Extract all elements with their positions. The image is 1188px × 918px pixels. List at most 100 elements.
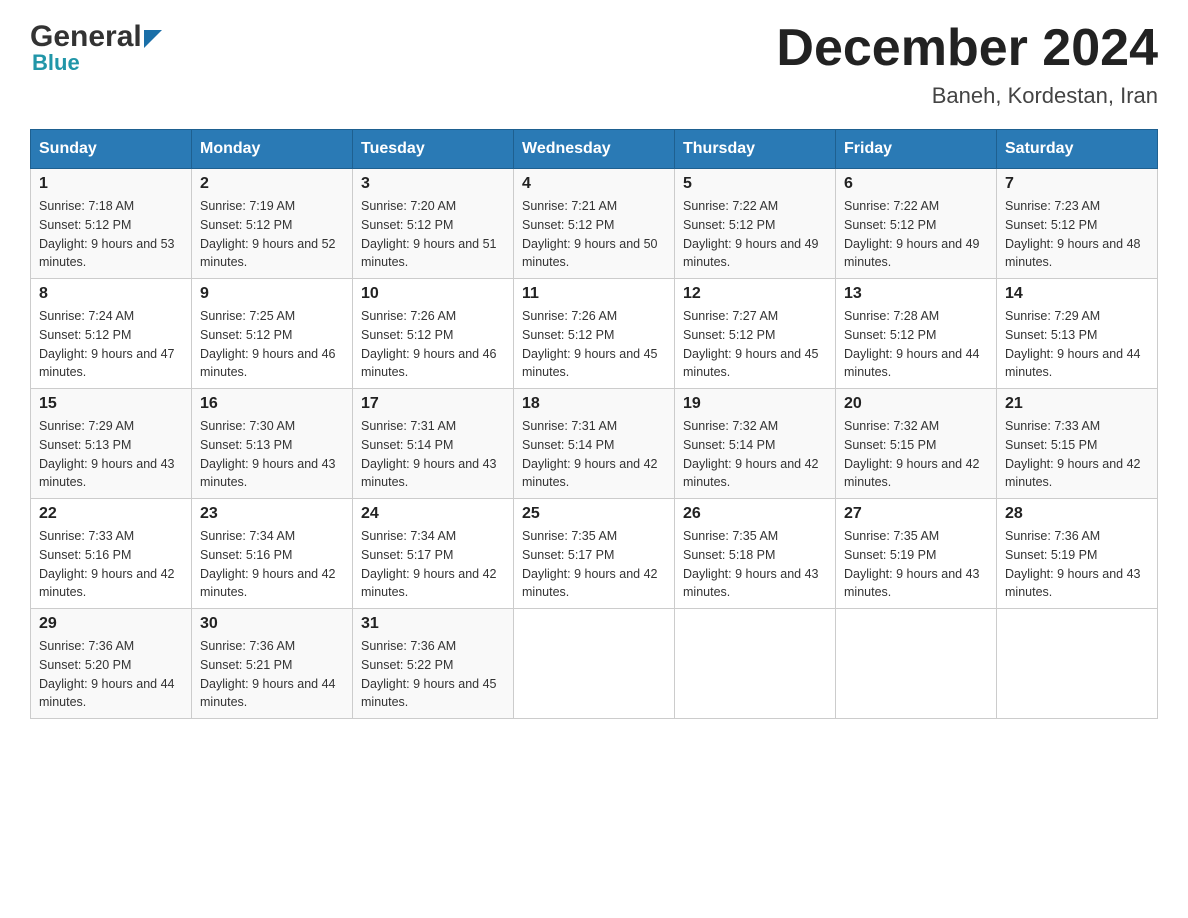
sunset-text: Sunset: 5:19 PM [1005, 546, 1149, 565]
daylight-text: Daylight: 9 hours and 42 minutes. [683, 455, 827, 493]
calendar-week-row: 8Sunrise: 7:24 AMSunset: 5:12 PMDaylight… [31, 279, 1158, 389]
day-number: 2 [200, 175, 344, 193]
sunset-text: Sunset: 5:21 PM [200, 656, 344, 675]
day-number: 24 [361, 505, 505, 523]
daylight-text: Daylight: 9 hours and 45 minutes. [522, 345, 666, 383]
table-row: 8Sunrise: 7:24 AMSunset: 5:12 PMDaylight… [31, 279, 192, 389]
table-row: 29Sunrise: 7:36 AMSunset: 5:20 PMDayligh… [31, 609, 192, 719]
day-info: Sunrise: 7:33 AMSunset: 5:16 PMDaylight:… [39, 527, 183, 602]
logo-arrow-icon [144, 30, 162, 48]
day-number: 6 [844, 175, 988, 193]
day-info: Sunrise: 7:36 AMSunset: 5:22 PMDaylight:… [361, 637, 505, 712]
daylight-text: Daylight: 9 hours and 53 minutes. [39, 235, 183, 273]
logo: General Blue [30, 20, 162, 76]
sunset-text: Sunset: 5:12 PM [683, 216, 827, 235]
sunrise-text: Sunrise: 7:26 AM [361, 307, 505, 326]
day-number: 1 [39, 175, 183, 193]
day-number: 26 [683, 505, 827, 523]
sunset-text: Sunset: 5:12 PM [361, 326, 505, 345]
calendar-week-row: 15Sunrise: 7:29 AMSunset: 5:13 PMDayligh… [31, 389, 1158, 499]
table-row: 27 Sunrise: 7:35 AMSunset: 5:19 PMDayligh… [836, 499, 997, 609]
day-number: 19 [683, 395, 827, 413]
day-info: Sunrise: 7:26 AMSunset: 5:12 PMDaylight:… [361, 307, 505, 382]
sunrise-text: Sunrise: 7:28 AM [844, 307, 988, 326]
day-info: Sunrise: 7:26 AMSunset: 5:12 PMDaylight:… [522, 307, 666, 382]
sunrise-text: Sunrise: 7:32 AM [683, 417, 827, 436]
day-info: Sunrise: 7:31 AMSunset: 5:14 PMDaylight:… [361, 417, 505, 492]
day-info: Sunrise: 7:35 AMSunset: 5:19 PMDaylight:… [844, 527, 988, 602]
sunrise-text: Sunrise: 7:29 AM [1005, 307, 1149, 326]
day-info: Sunrise: 7:33 AMSunset: 5:15 PMDaylight:… [1005, 417, 1149, 492]
daylight-text: Daylight: 9 hours and 47 minutes. [39, 345, 183, 383]
daylight-text: Daylight: 9 hours and 44 minutes. [39, 675, 183, 713]
day-number: 10 [361, 285, 505, 303]
day-info: Sunrise: 7:18 AMSunset: 5:12 PMDaylight:… [39, 197, 183, 272]
daylight-text: Daylight: 9 hours and 42 minutes. [200, 565, 344, 603]
day-info: Sunrise: 7:29 AMSunset: 5:13 PMDaylight:… [39, 417, 183, 492]
daylight-text: Daylight: 9 hours and 49 minutes. [683, 235, 827, 273]
table-row: 10 Sunrise: 7:26 AMSunset: 5:12 PMDayligh… [353, 279, 514, 389]
daylight-text: Daylight: 9 hours and 49 minutes. [844, 235, 988, 273]
table-row [836, 609, 997, 719]
table-row: 5Sunrise: 7:22 AMSunset: 5:12 PMDaylight… [675, 169, 836, 279]
table-row: 23Sunrise: 7:34 AMSunset: 5:16 PMDayligh… [192, 499, 353, 609]
daylight-text: Daylight: 9 hours and 43 minutes. [683, 565, 827, 603]
table-row: 22Sunrise: 7:33 AMSunset: 5:16 PMDayligh… [31, 499, 192, 609]
sunrise-text: Sunrise: 7:22 AM [683, 197, 827, 216]
table-row: 26 Sunrise: 7:35 AMSunset: 5:18 PMDayligh… [675, 499, 836, 609]
table-row: 24Sunrise: 7:34 AMSunset: 5:17 PMDayligh… [353, 499, 514, 609]
sunrise-text: Sunrise: 7:33 AM [39, 527, 183, 546]
sunset-text: Sunset: 5:22 PM [361, 656, 505, 675]
day-info: Sunrise: 7:21 AMSunset: 5:12 PMDaylight:… [522, 197, 666, 272]
sunset-text: Sunset: 5:20 PM [39, 656, 183, 675]
sunset-text: Sunset: 5:13 PM [200, 436, 344, 455]
daylight-text: Daylight: 9 hours and 46 minutes. [361, 345, 505, 383]
title-section: December 2024 Baneh, Kordestan, Iran [776, 20, 1158, 109]
calendar-week-row: 22Sunrise: 7:33 AMSunset: 5:16 PMDayligh… [31, 499, 1158, 609]
daylight-text: Daylight: 9 hours and 50 minutes. [522, 235, 666, 273]
daylight-text: Daylight: 9 hours and 44 minutes. [200, 675, 344, 713]
day-info: Sunrise: 7:31 AMSunset: 5:14 PMDaylight:… [522, 417, 666, 492]
month-year-title: December 2024 [776, 20, 1158, 77]
sunset-text: Sunset: 5:18 PM [683, 546, 827, 565]
daylight-text: Daylight: 9 hours and 43 minutes. [39, 455, 183, 493]
col-monday: Monday [192, 130, 353, 169]
logo-blue-text: Blue [32, 50, 162, 76]
day-number: 18 [522, 395, 666, 413]
sunrise-text: Sunrise: 7:22 AM [844, 197, 988, 216]
calendar-header-row: Sunday Monday Tuesday Wednesday Thursday… [31, 130, 1158, 169]
day-info: Sunrise: 7:25 AMSunset: 5:12 PMDaylight:… [200, 307, 344, 382]
sunset-text: Sunset: 5:12 PM [39, 326, 183, 345]
table-row: 2Sunrise: 7:19 AMSunset: 5:12 PMDaylight… [192, 169, 353, 279]
daylight-text: Daylight: 9 hours and 43 minutes. [361, 455, 505, 493]
day-number: 9 [200, 285, 344, 303]
day-number: 7 [1005, 175, 1149, 193]
daylight-text: Daylight: 9 hours and 45 minutes. [361, 675, 505, 713]
daylight-text: Daylight: 9 hours and 46 minutes. [200, 345, 344, 383]
daylight-text: Daylight: 9 hours and 42 minutes. [522, 565, 666, 603]
sunrise-text: Sunrise: 7:26 AM [522, 307, 666, 326]
sunset-text: Sunset: 5:14 PM [683, 436, 827, 455]
day-number: 27 [844, 505, 988, 523]
sunrise-text: Sunrise: 7:27 AM [683, 307, 827, 326]
daylight-text: Daylight: 9 hours and 48 minutes. [1005, 235, 1149, 273]
sunrise-text: Sunrise: 7:35 AM [683, 527, 827, 546]
table-row: 18 Sunrise: 7:31 AMSunset: 5:14 PMDayligh… [514, 389, 675, 499]
table-row: 6 Sunrise: 7:22 AMSunset: 5:12 PMDaylight… [836, 169, 997, 279]
sunrise-text: Sunrise: 7:32 AM [844, 417, 988, 436]
sunrise-text: Sunrise: 7:36 AM [200, 637, 344, 656]
sunrise-text: Sunrise: 7:35 AM [522, 527, 666, 546]
calendar-week-row: 29Sunrise: 7:36 AMSunset: 5:20 PMDayligh… [31, 609, 1158, 719]
daylight-text: Daylight: 9 hours and 43 minutes. [844, 565, 988, 603]
sunset-text: Sunset: 5:15 PM [1005, 436, 1149, 455]
sunrise-text: Sunrise: 7:24 AM [39, 307, 183, 326]
daylight-text: Daylight: 9 hours and 43 minutes. [200, 455, 344, 493]
sunrise-text: Sunrise: 7:21 AM [522, 197, 666, 216]
day-number: 23 [200, 505, 344, 523]
table-row [675, 609, 836, 719]
table-row: 1 Sunrise: 7:18 AMSunset: 5:12 PMDaylight… [31, 169, 192, 279]
daylight-text: Daylight: 9 hours and 42 minutes. [361, 565, 505, 603]
sunset-text: Sunset: 5:12 PM [844, 216, 988, 235]
day-number: 11 [522, 285, 666, 303]
sunrise-text: Sunrise: 7:33 AM [1005, 417, 1149, 436]
